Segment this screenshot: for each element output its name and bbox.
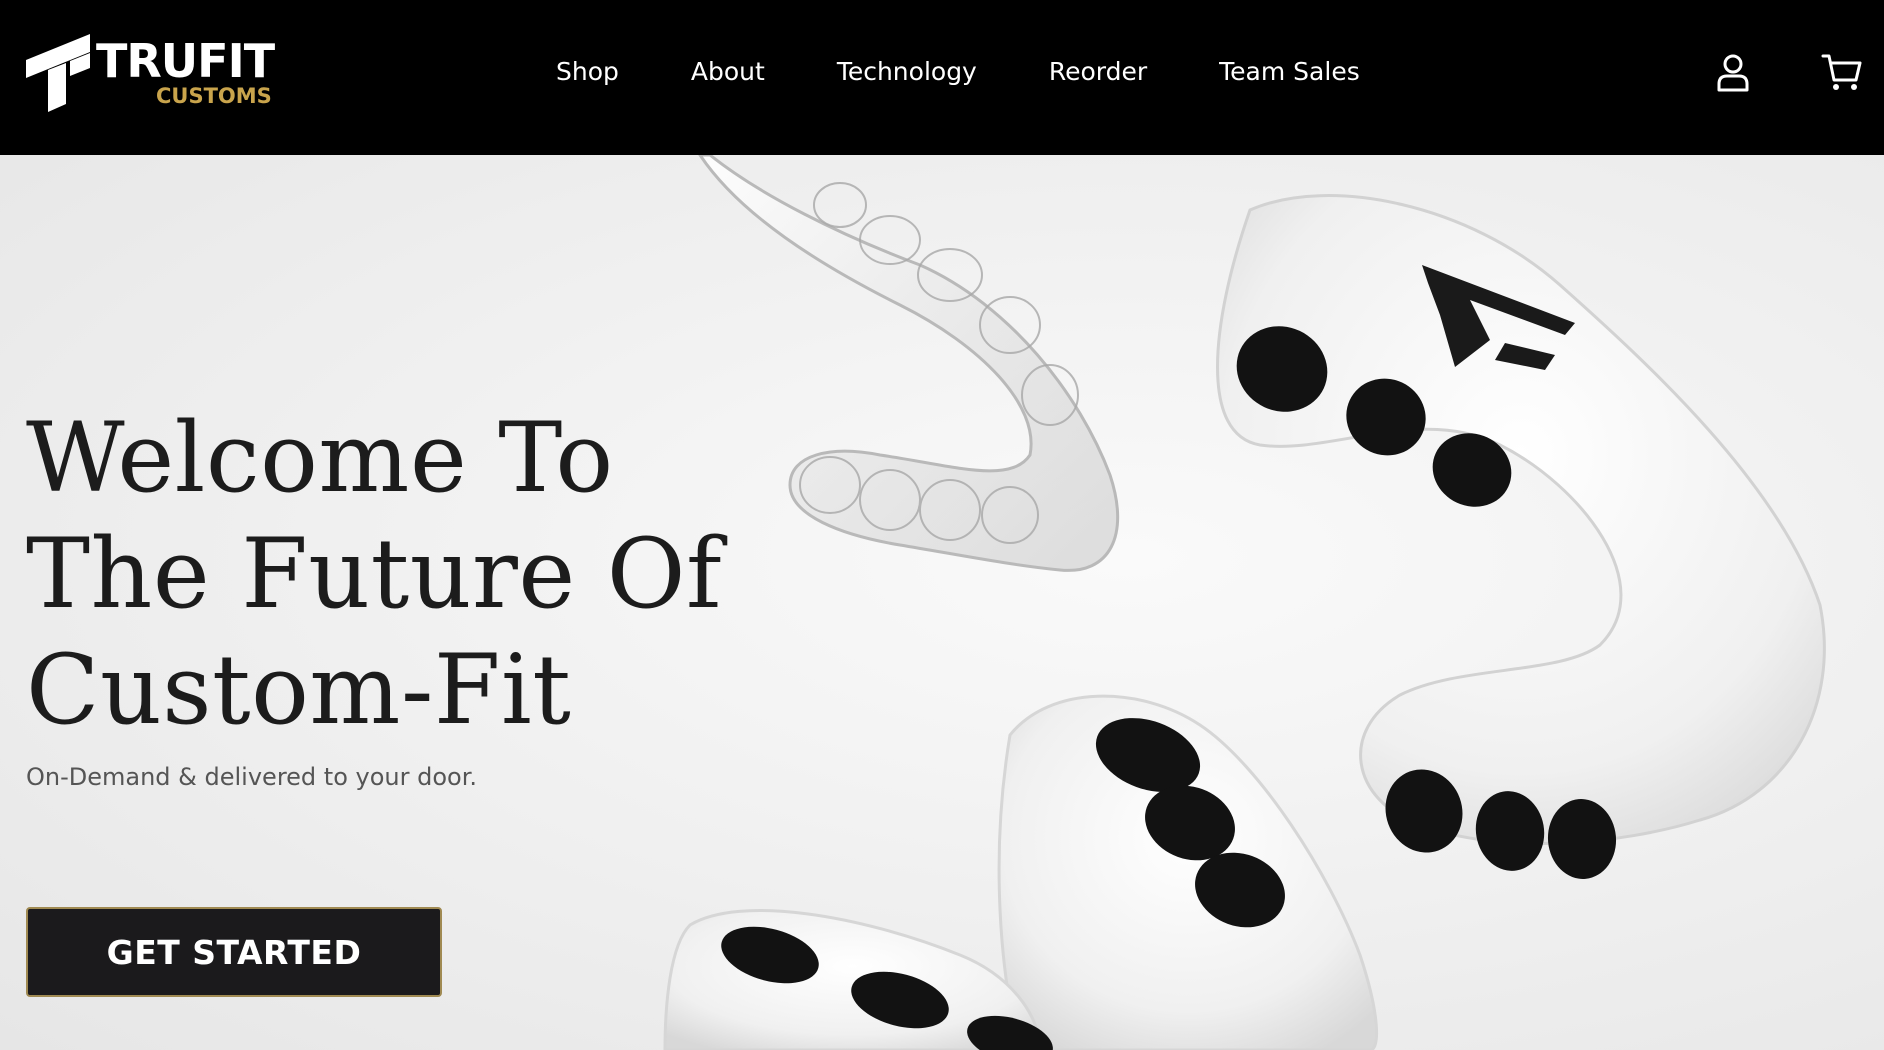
trufit-logo-icon xyxy=(26,34,90,112)
brand-subname: CUSTOMS xyxy=(156,84,272,108)
hero-subtitle: On-Demand & delivered to your door. xyxy=(26,763,477,791)
nav-item-technology[interactable]: Technology xyxy=(837,52,977,92)
cart-icon xyxy=(1821,54,1862,90)
user-icon xyxy=(1717,54,1749,92)
account-button[interactable] xyxy=(1711,50,1755,94)
hero-title-line-3: Custom-Fit xyxy=(26,634,572,746)
nav-item-shop[interactable]: Shop xyxy=(556,52,619,92)
hero-title-line-1: Welcome To xyxy=(26,402,614,514)
brand-name: TRUFIT xyxy=(96,34,275,88)
nav-item-team-sales[interactable]: Team Sales xyxy=(1219,52,1360,92)
get-started-button[interactable]: GET STARTED xyxy=(26,907,442,997)
cart-button[interactable] xyxy=(1820,50,1864,94)
brand-logo[interactable]: TRUFIT CUSTOMS xyxy=(26,34,275,114)
main-nav: Shop About Technology Reorder Team Sales xyxy=(556,52,1432,92)
hero-title-line-2: The Future Of xyxy=(26,518,722,630)
hero-title: Welcome To The Future Of Custom-Fit xyxy=(26,400,726,748)
hero-section: Welcome To The Future Of Custom-Fit On-D… xyxy=(0,155,1884,1050)
nav-item-reorder[interactable]: Reorder xyxy=(1049,52,1147,92)
nav-item-about[interactable]: About xyxy=(691,52,765,92)
site-header: TRUFIT CUSTOMS Shop About Technology Reo… xyxy=(0,0,1884,155)
